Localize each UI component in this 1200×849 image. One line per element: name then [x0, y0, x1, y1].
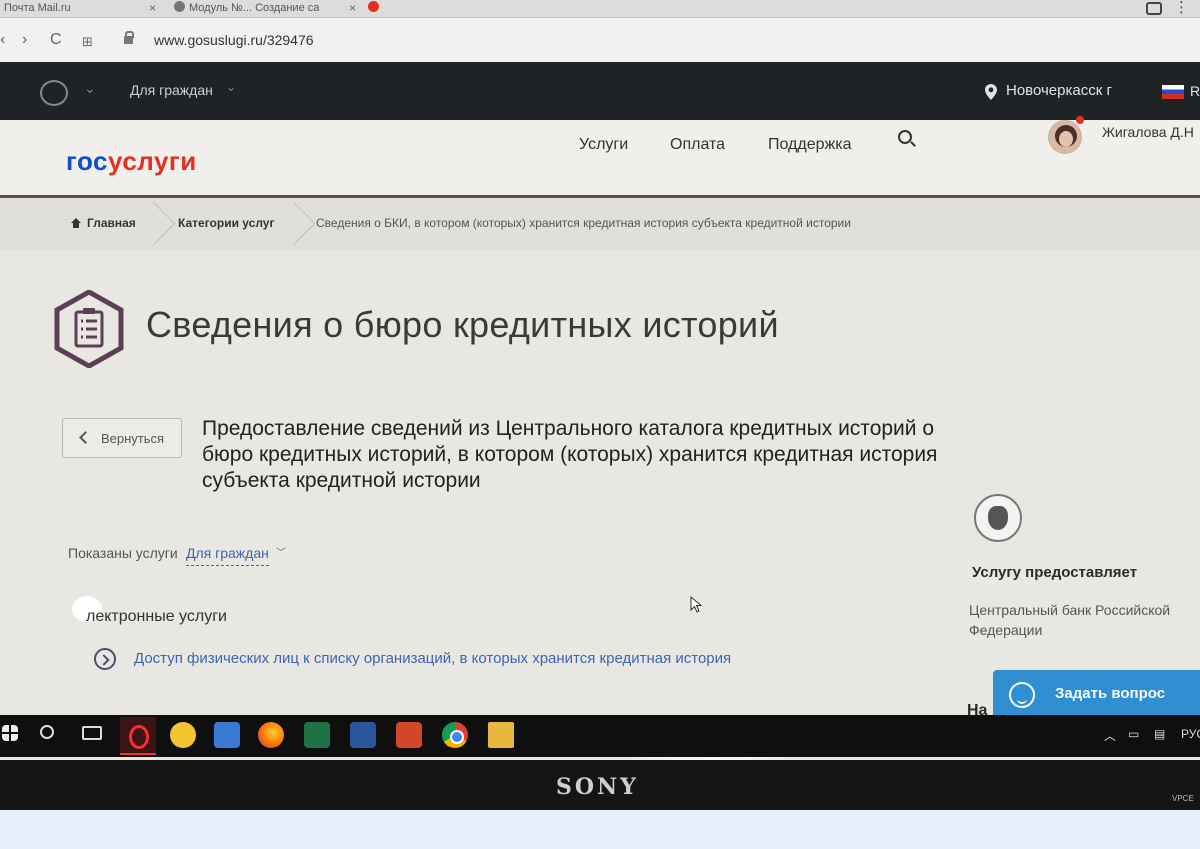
input-language[interactable]: РУС	[1181, 727, 1200, 741]
user-name[interactable]: Жигалова Д.Н	[1102, 124, 1194, 140]
chrome-icon[interactable]	[442, 722, 468, 748]
chevron-down-icon[interactable]: ⌄	[226, 80, 236, 94]
back-arrow-icon[interactable]: ‹	[0, 31, 5, 49]
breadcrumb-current: Сведения о БКИ, в котором (которых) хран…	[316, 216, 851, 230]
notification-dot	[1076, 116, 1084, 124]
breadcrumb: Главная Категории услуг Сведения о БКИ, …	[0, 198, 1200, 250]
tabs-grid-icon[interactable]: ⊞	[82, 34, 93, 50]
powerpoint-icon[interactable]	[396, 722, 422, 748]
logo-part-gos: гос	[66, 146, 108, 176]
url-field[interactable]: www.gosuslugi.ru/329476	[154, 32, 314, 48]
ask-question-label: Задать вопрос	[1055, 685, 1166, 702]
word-icon[interactable]	[350, 722, 376, 748]
robot-assistant-icon	[1009, 682, 1035, 708]
home-icon	[70, 218, 82, 228]
provider-heading: Услугу предоставляет	[972, 564, 1138, 581]
address-bar: ‹ › C ⊞ www.gosuslugi.ru/329476	[0, 18, 1200, 62]
site-topbar: ⌄ Для граждан ⌄ Новочеркасск г R	[0, 62, 1200, 120]
service-title: Предоставление сведений из Центрального …	[202, 417, 938, 492]
audience-filter-dropdown[interactable]: Для граждан	[186, 545, 269, 566]
breadcrumb-separator	[290, 198, 310, 250]
tab-title: Модуль №... Создание са	[189, 2, 320, 14]
location-pin-icon	[985, 84, 997, 100]
camera-icon[interactable]	[1146, 2, 1162, 15]
chevron-right-circle-icon[interactable]	[94, 648, 116, 670]
breadcrumb-separator	[150, 198, 170, 250]
coat-of-arms-icon	[40, 80, 68, 106]
ask-question-button[interactable]: Задать вопрос	[993, 670, 1200, 720]
screen: Почта Mail.ru × Модуль №... Создание са …	[0, 0, 1200, 760]
central-bank-emblem-icon	[974, 494, 1022, 542]
opera-browser-icon[interactable]	[120, 717, 156, 755]
notifications-icon[interactable]: ▤	[1154, 727, 1165, 741]
lock-icon	[124, 31, 134, 44]
browser-tabbar: Почта Mail.ru × Модуль №... Создание са …	[0, 0, 1200, 18]
file-explorer-icon[interactable]	[488, 722, 514, 748]
breadcrumb-home[interactable]: Главная	[70, 216, 136, 230]
chevron-left-icon	[79, 431, 92, 444]
browser-tab-module[interactable]: Модуль №... Создание са ×	[170, 0, 360, 18]
nav-support[interactable]: Поддержка	[768, 136, 851, 154]
reload-icon[interactable]: C	[50, 31, 62, 49]
computer-app-icon[interactable]	[214, 722, 240, 748]
monitor-brand-logo: SONY	[556, 774, 639, 800]
chevron-down-icon[interactable]: ﹀	[276, 544, 286, 559]
site-favicon-icon	[368, 1, 379, 12]
logo-part-uslugi: услуги	[108, 146, 197, 176]
clipboard-category-icon	[54, 290, 124, 368]
close-icon[interactable]: ×	[149, 0, 156, 17]
globe-icon	[174, 1, 185, 12]
windows-taskbar: ︿ ▭ ▤ РУС	[0, 715, 1200, 757]
location-city[interactable]: Новочеркасск г	[1006, 62, 1112, 120]
nav-payment[interactable]: Оплата	[670, 136, 725, 154]
browser-tab-other[interactable]	[364, 0, 394, 18]
onec-app-icon[interactable]	[170, 722, 196, 748]
breadcrumb-home-label: Главная	[87, 216, 136, 230]
section-title: лектронные услуги	[86, 608, 227, 625]
avatar[interactable]	[1048, 120, 1082, 154]
site-header: госуслуги Услуги Оплата Поддержка Жигало…	[0, 116, 1200, 198]
back-button[interactable]: Вернуться	[62, 418, 182, 458]
nav-services[interactable]: Услуги	[579, 136, 628, 154]
browser-tab-mail[interactable]: Почта Mail.ru ×	[0, 0, 160, 18]
russian-flag-icon[interactable]	[1162, 85, 1184, 99]
service-link[interactable]: Доступ физических лиц к списку организац…	[134, 650, 731, 667]
chevron-down-icon[interactable]: ⌄	[84, 80, 96, 97]
search-icon[interactable]	[40, 725, 54, 739]
main-content: Сведения о бюро кредитных историй Вернут…	[0, 250, 1200, 760]
audience-selector[interactable]: Для граждан	[130, 82, 213, 98]
monitor-model-label: VPCE	[1172, 794, 1194, 803]
page-title: Сведения о бюро кредитных историй	[146, 304, 779, 345]
forward-arrow-icon[interactable]: ›	[22, 31, 27, 49]
mouse-cursor-icon	[690, 596, 703, 613]
gosuslugi-logo[interactable]: госуслуги	[66, 146, 197, 177]
chevron-up-icon[interactable]: ︿	[1104, 727, 1116, 744]
excel-icon[interactable]	[304, 722, 330, 748]
provider-name[interactable]: Центральный банк Российской Федерации	[969, 600, 1200, 640]
back-button-label: Вернуться	[101, 431, 165, 446]
task-view-icon[interactable]	[82, 726, 102, 740]
firefox-icon[interactable]	[258, 722, 284, 748]
tab-title: Почта Mail.ru	[4, 2, 71, 14]
more-menu-icon[interactable]: ⋮	[1174, 0, 1190, 16]
windows-start-icon[interactable]	[2, 725, 18, 741]
battery-icon[interactable]: ▭	[1128, 727, 1139, 741]
monitor: Почта Mail.ru × Модуль №... Создание са …	[0, 0, 1200, 810]
search-icon[interactable]	[898, 130, 912, 144]
language-selector[interactable]: R	[1190, 62, 1200, 120]
breadcrumb-categories[interactable]: Категории услуг	[178, 216, 274, 230]
shown-services-label: Показаны услуги	[68, 545, 178, 561]
close-icon[interactable]: ×	[349, 0, 356, 17]
